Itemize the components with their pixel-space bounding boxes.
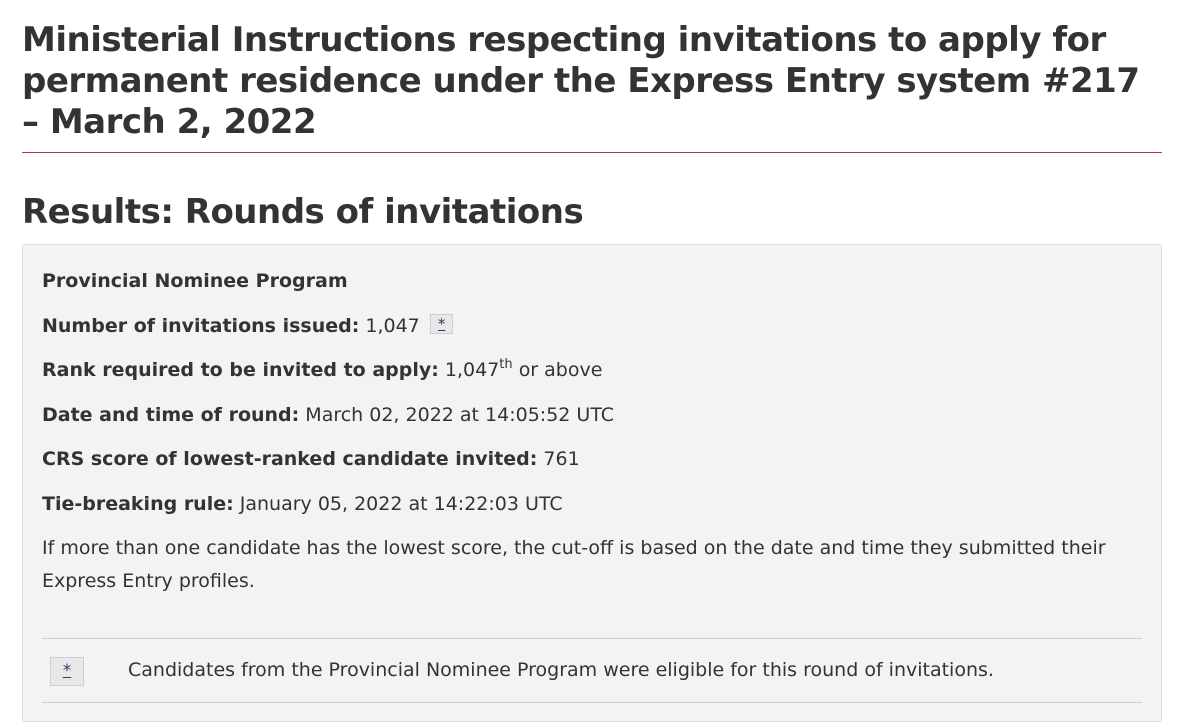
invitations-row: Number of invitations issued: 1,047 * (42, 310, 1142, 343)
crs-row: CRS score of lowest-ranked candidate inv… (42, 443, 1142, 476)
tie-breaking-row: Tie-breaking rule: January 05, 2022 at 1… (42, 488, 1142, 521)
tie-breaking-value: January 05, 2022 at 14:22:03 UTC (239, 492, 563, 515)
results-heading: Results: Rounds of invitations (22, 192, 584, 232)
datetime-label: Date and time of round: (42, 403, 300, 426)
datetime-row: Date and time of round: March 02, 2022 a… (42, 399, 1142, 432)
invitations-label: Number of invitations issued: (42, 314, 360, 337)
crs-value: 761 (543, 448, 580, 470)
page-title: Ministerial Instructions respecting invi… (22, 0, 1162, 153)
tie-breaking-label: Tie-breaking rule: (42, 492, 234, 515)
round-details-panel: Provincial Nominee Program Number of inv… (22, 244, 1162, 722)
invitations-value: 1,047 (365, 314, 420, 337)
rank-value: 1,047 (444, 359, 500, 381)
rank-ordinal-suffix: th (499, 357, 513, 372)
footnotes-section: * Candidates from the Provincial Nominee… (42, 638, 1142, 703)
rank-label: Rank required to be invited to apply: (42, 359, 439, 381)
footnote-back-link[interactable]: * (50, 657, 84, 686)
crs-label: CRS score of lowest-ranked candidate inv… (42, 448, 538, 470)
footnote-link[interactable]: * (429, 313, 454, 334)
rank-row: Rank required to be invited to apply: 1,… (42, 354, 1142, 387)
program-name: Provincial Nominee Program (42, 270, 348, 292)
rank-tail: or above (518, 359, 603, 381)
tie-breaking-note: If more than one candidate has the lowes… (42, 537, 1106, 592)
page-content: Ministerial Instructions respecting invi… (22, 0, 1162, 722)
footnote-text: Candidates from the Provincial Nominee P… (128, 659, 994, 681)
datetime-value: March 02, 2022 at 14:05:52 UTC (305, 403, 615, 426)
